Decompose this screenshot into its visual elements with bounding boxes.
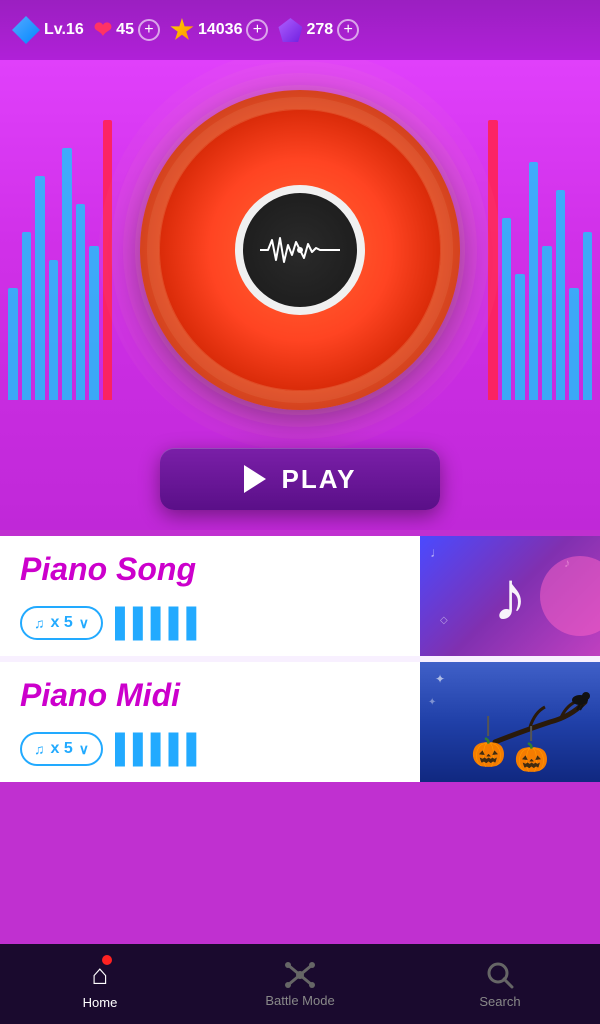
pumpkin-2: 🎃 (514, 726, 549, 774)
piano-song-title: Piano Song (20, 552, 400, 587)
diamond-icon (12, 16, 40, 44)
coins-count: 14036 (198, 21, 243, 39)
accent-circle (540, 556, 600, 636)
pumpkin-1: 🎃 (471, 716, 506, 774)
star-2: ✦ (428, 697, 436, 708)
nav-search-label: Search (479, 994, 520, 1009)
music-note-icon-2: ♫ (34, 741, 45, 757)
equalizer-icon: ▌▌▌▌▌ (115, 607, 204, 639)
search-icon (485, 960, 515, 990)
home-icon-wrapper: ⌂ (92, 959, 109, 991)
piano-song-info: Piano Song ♫ x 5 ∨ ▌▌▌▌▌ (0, 536, 420, 656)
gems-plus-button[interactable]: + (337, 19, 359, 41)
eq-bars-left (0, 120, 120, 400)
piano-song-count-badge[interactable]: ♫ x 5 ∨ (20, 606, 103, 640)
vinyl-outer (140, 90, 460, 410)
piano-midi-controls: ♫ x 5 ∨ ▌▌▌▌▌ (20, 732, 400, 766)
piano-midi-image: 🎃 🎃 ✦ ✦ (420, 662, 600, 782)
nav-battle-label: Battle Mode (265, 993, 334, 1008)
main-area: PLAY (0, 60, 600, 530)
piano-midi-title: Piano Midi (20, 678, 400, 713)
coins-plus-button[interactable]: + (246, 19, 268, 41)
piano-midi-info: Piano Midi ♫ x 5 ∨ ▌▌▌▌▌ (0, 662, 420, 782)
scatter-note-1: ♩ (430, 544, 444, 560)
music-note-icon: ♫ (34, 615, 45, 631)
notification-dot (102, 955, 112, 965)
vinyl-center (235, 185, 365, 315)
coins-stat: 14036 + (170, 18, 269, 42)
hearts-plus-button[interactable]: + (138, 19, 160, 41)
gems-count: 278 (306, 21, 333, 39)
level-label: Lv.16 (44, 21, 84, 39)
piano-song-card[interactable]: Piano Song ♫ x 5 ∨ ▌▌▌▌▌ ♩ ♪ ◇ ♪ (0, 536, 600, 656)
scatter-note-3: ◇ (440, 615, 448, 626)
piano-midi-count: x 5 (51, 740, 73, 758)
piano-midi-card[interactable]: Piano Midi ♫ x 5 ∨ ▌▌▌▌▌ (0, 662, 600, 782)
piano-song-note-icon: ♪ (493, 556, 528, 636)
play-button[interactable]: PLAY (160, 448, 440, 510)
level-stat: Lv.16 (12, 16, 84, 44)
battle-icon (284, 961, 316, 989)
top-bar: Lv.16 ❤ 45 + 14036 + 278 + (0, 0, 600, 60)
piano-song-bg: ♩ ♪ ◇ ♪ (420, 536, 600, 656)
play-label: PLAY (282, 464, 357, 495)
chevron-down-icon-2: ∨ (79, 741, 89, 758)
waveform-icon (260, 230, 340, 270)
nav-search[interactable]: Search (400, 960, 600, 1009)
play-button-container: PLAY (160, 448, 440, 510)
piano-song-count: x 5 (51, 614, 73, 632)
pumpkins: 🎃 🎃 (471, 716, 549, 774)
hearts-count: 45 (116, 21, 134, 39)
hearts-stat: ❤ 45 + (94, 17, 160, 43)
gems-stat: 278 + (278, 18, 359, 42)
vinyl-record (140, 90, 460, 410)
piano-midi-count-badge[interactable]: ♫ x 5 ∨ (20, 732, 103, 766)
bottom-nav: ⌂ Home Battle Mode Search (0, 944, 600, 1024)
eq-bars-right (480, 120, 600, 400)
piano-midi-bg: 🎃 🎃 ✦ ✦ (420, 662, 600, 782)
star-1: ✦ (435, 672, 445, 686)
piano-song-image: ♩ ♪ ◇ ♪ (420, 536, 600, 656)
gem-icon (278, 18, 302, 42)
chevron-down-icon: ∨ (79, 615, 89, 632)
cards-section: Piano Song ♫ x 5 ∨ ▌▌▌▌▌ ♩ ♪ ◇ ♪ (0, 536, 600, 782)
coin-icon (170, 18, 194, 42)
heart-icon: ❤ (94, 17, 112, 43)
nav-home[interactable]: ⌂ Home (0, 959, 200, 1010)
nav-home-label: Home (83, 995, 118, 1010)
nav-battle[interactable]: Battle Mode (200, 961, 400, 1008)
play-triangle-icon (244, 465, 266, 493)
equalizer-icon-2: ▌▌▌▌▌ (115, 733, 204, 765)
piano-song-controls: ♫ x 5 ∨ ▌▌▌▌▌ (20, 606, 400, 640)
